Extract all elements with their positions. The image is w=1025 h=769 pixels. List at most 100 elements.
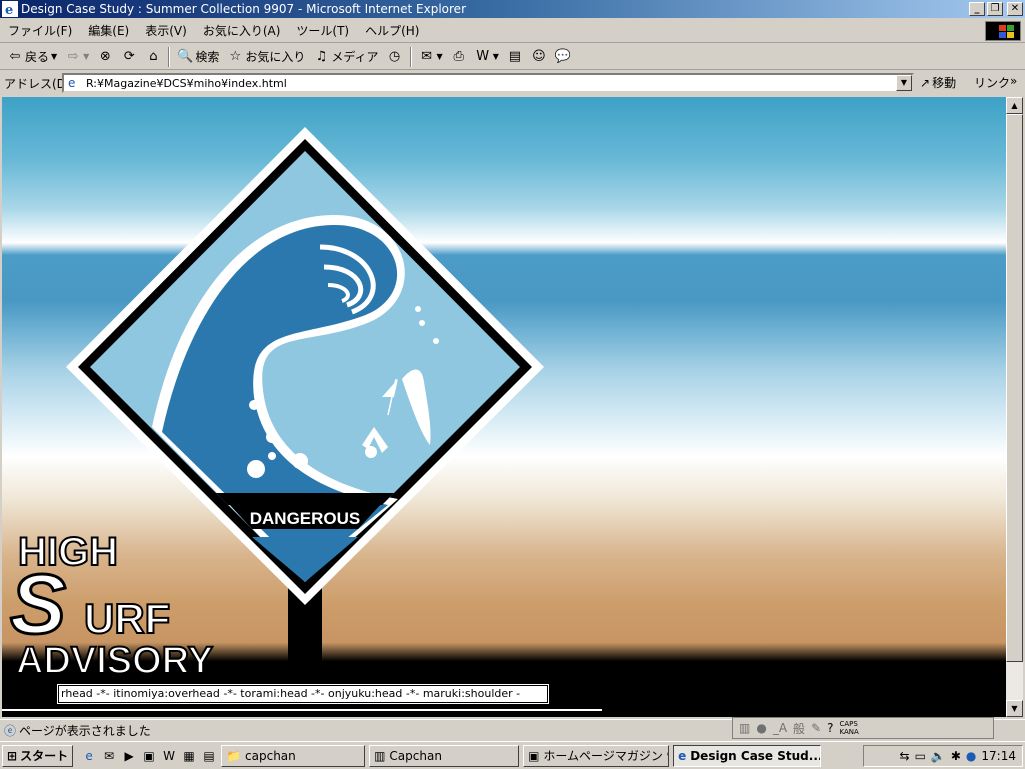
ime-conversion-mode[interactable]: 般 [793,720,805,737]
desktop-icon[interactable]: ▣ [141,748,157,764]
back-arrow-icon: ⇦ [9,48,21,64]
scroll-up-icon[interactable]: ▲ [1006,97,1023,114]
menu-bar: ファイル(F) 編集(E) 表示(V) お気に入り(A) ツール(T) ヘルプ(… [0,19,1025,43]
taskbar-item-design-case-study[interactable]: e Design Case Stud... [673,744,822,767]
toolbar-separator [409,46,412,67]
links-more-icon[interactable]: » [1010,74,1017,88]
taskbar-item-homepage-magazine[interactable]: ▣ ホームページマガジン 99... [523,744,670,767]
edit-dropdown-icon: ▼ [492,52,499,61]
sign-label: DANGEROUS [250,509,361,528]
system-tray: ⇆ ▭ 🔈 ✱ ● 17:14 [863,745,1023,767]
address-input[interactable]: e R:¥Magazine¥DCS¥miho¥index.html ▼ [62,73,914,93]
forward-arrow-icon: ⇨ [67,48,79,64]
chat-icon: 💬 [554,48,572,64]
search-button[interactable]: 🔍 検索 [174,46,222,68]
page-done-icon: ⓔ [4,724,17,738]
mail-button[interactable]: ✉ ▼ [416,46,446,68]
menu-favorites[interactable]: お気に入り(A) [195,22,289,39]
task-label: Capchan [389,748,442,763]
media-player-icon[interactable]: ▶ [121,748,137,764]
outlook-icon[interactable]: ✉ [101,748,117,764]
taskbar-item-capchan-folder[interactable]: 📁 capchan [221,744,366,767]
folder-icon: 📁 [226,748,242,763]
monitor-icon[interactable]: ▭ [915,749,926,763]
forward-button[interactable]: ⇨ ▼ [62,46,92,68]
links-button[interactable]: リンク [974,74,1010,91]
window-title: Design Case Study : Summer Collection 99… [21,2,466,16]
back-label: 戻る [25,50,50,64]
messenger-button[interactable]: ☺ [528,46,550,68]
toolbar-separator [168,46,171,67]
go-arrow-icon: ↗ [920,75,931,90]
taskbar: ⊞ スタート e ✉ ▶ ▣ W ▦ ▤ 📁 capchan ▥ Capchan… [0,741,1025,769]
print-button[interactable]: ⎙ [448,46,470,68]
menu-tools[interactable]: ツール(T) [288,22,357,39]
media-label: メディア [331,50,379,64]
go-button[interactable]: ↗ 移動 [920,74,956,91]
tray-app-icon[interactable]: ✱ [951,749,961,763]
app-window-icon: ▥ [374,748,386,763]
browser-icon: ▣ [528,748,540,763]
refresh-icon: ⟳ [123,48,135,64]
app-icon[interactable]: ▦ [181,748,197,764]
scroll-thumb[interactable] [1006,114,1023,662]
kana-indicator: KANA [839,728,859,736]
network-icon[interactable]: ⇆ [900,749,910,763]
favorites-icon: ☆ [229,48,242,64]
home-button[interactable]: ⌂ [142,46,164,68]
task-label: ホームページマガジン 99... [543,749,668,763]
print-icon: ⎙ [453,48,464,64]
quick-launch: e ✉ ▶ ▣ W ▦ ▤ [81,748,217,764]
refresh-button[interactable]: ⟳ [118,46,140,68]
menu-help[interactable]: ヘルプ(H) [357,22,427,39]
volume-icon[interactable]: 🔈 [931,749,946,763]
favorites-label: お気に入り [245,50,306,64]
word-quicklaunch-icon[interactable]: W [161,748,177,764]
app2-icon[interactable]: ▤ [201,748,217,764]
media-button[interactable]: ♫ メディア [310,46,381,68]
stop-button[interactable]: ⊗ [94,46,116,68]
close-button[interactable]: ✕ [1007,2,1023,16]
high-surf-advisory-logo: HIGH S URF ADVISORY [9,529,215,683]
ime-help-icon[interactable]: ? [827,721,833,735]
logo-advisory: ADVISORY [16,640,213,682]
minimize-button[interactable]: _ [969,2,985,16]
back-dropdown-icon: ▼ [51,52,58,61]
ime-icon[interactable]: ▥ [739,721,750,735]
menu-edit[interactable]: 編集(E) [80,22,137,39]
ie-quicklaunch-icon[interactable]: e [81,748,97,764]
stop-icon: ⊗ [99,48,111,64]
chat-button[interactable]: 💬 [552,46,574,68]
windows-flag-icon: ⊞ [7,748,18,763]
ime-input-mode[interactable]: _A [773,721,787,735]
taskbar-item-capchan-app[interactable]: ▥ Capchan [369,744,520,767]
document-icon: ▤ [508,48,521,64]
history-button[interactable]: ◷ [384,46,406,68]
search-icon: 🔍 [177,48,194,64]
edit-button[interactable]: W ▼ [472,46,502,68]
messenger-tray-icon[interactable]: ● [966,749,976,763]
go-label: 移動 [932,76,957,90]
caps-indicator: CAPS [839,720,858,728]
ie-task-icon: e [678,748,687,763]
ime-pad-icon[interactable]: ✎ [811,721,821,735]
clock[interactable]: 17:14 [981,749,1016,763]
messenger-icon: ☺ [532,48,546,64]
vertical-scrollbar[interactable]: ▲ ▼ [1006,97,1023,717]
logo-s: S [10,557,66,651]
address-dropdown-icon[interactable]: ▼ [896,75,912,91]
home-icon: ⌂ [149,48,158,64]
start-button[interactable]: ⊞ スタート [2,744,74,767]
discuss-button[interactable]: ▤ [504,46,526,68]
back-button[interactable]: ⇦ 戻る ▼ [4,46,60,68]
menu-file[interactable]: ファイル(F) [0,22,80,39]
word-icon: W [476,48,490,64]
favorites-button[interactable]: ☆ お気に入り [224,46,308,68]
scroll-down-icon[interactable]: ▼ [1006,700,1023,717]
maximize-button[interactable]: ❐ [987,2,1003,16]
title-bar: e Design Case Study : Summer Collection … [0,0,1025,18]
ime-mode-icon[interactable]: ● [756,721,766,735]
ie-icon: e [2,1,18,17]
page-content: DANGEROUS HIGH S URF ADVISORY rhead -*- … [2,97,1006,717]
menu-view[interactable]: 表示(V) [137,22,195,39]
